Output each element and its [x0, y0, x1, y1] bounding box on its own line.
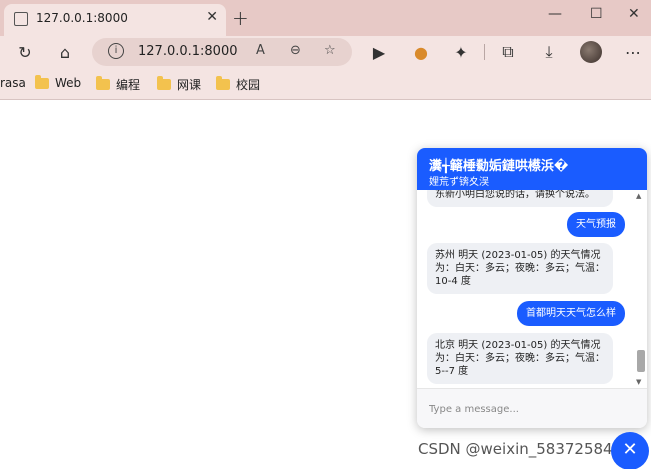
address-bar[interactable]: i 127.0.0.1:8000 A ⊖ ☆ [92, 38, 352, 66]
bot-message: 苏州 明天 (2023-01-05) 的天气情况为：白天：多云；夜晚：多云；气温… [427, 243, 613, 294]
bookmarks-bar: rasa Web 编程 网课 校园 [0, 68, 651, 100]
address-url[interactable]: 127.0.0.1:8000 [138, 44, 238, 59]
chat-widget: 瀵╅簵棰勬姤鏈哄櫒浜� 娌荒ず锛夊洖 东新小明白您说的话，请换个说法。 天气预报… [417, 148, 647, 428]
browser-toolbar: ↻ ⌂ i 127.0.0.1:8000 A ⊖ ☆ ▶ ● ✦ ⧉ ⤓ ⋯ [0, 36, 651, 68]
bookmark-label: 网课 [177, 78, 202, 92]
scroll-thumb[interactable] [637, 350, 645, 372]
read-aloud-icon[interactable]: A [256, 43, 265, 58]
browser-tab[interactable]: 127.0.0.1:8000 ✕ [4, 4, 226, 36]
user-message: 首都明天天气怎么样 [517, 301, 625, 326]
refresh-icon[interactable]: ↻ [14, 41, 36, 63]
bookmark-label: Web [55, 76, 82, 90]
bookmark-label: rasa [0, 76, 26, 90]
play-icon[interactable]: ▶ [368, 41, 390, 63]
zoom-icon[interactable]: ⊖ [290, 43, 301, 58]
chat-subtitle: 娌荒ず锛夊洖 [429, 177, 489, 188]
folder-icon [96, 76, 110, 90]
message-input[interactable] [429, 399, 629, 419]
bot-message: 东新小明白您说的话，请换个说法。 [427, 190, 613, 207]
scroll-down-icon[interactable]: ▼ [636, 378, 641, 386]
folder-icon [216, 76, 230, 90]
page-favicon-icon [14, 12, 28, 26]
minimize-button[interactable]: — [548, 6, 562, 22]
extension-face-icon[interactable]: ● [410, 41, 432, 63]
chat-messages[interactable]: 东新小明白您说的话，请换个说法。 天气预报 苏州 明天 (2023-01-05)… [417, 190, 647, 388]
scroll-up-icon[interactable]: ▲ [636, 192, 641, 200]
watermark: CSDN @weixin_58372584 [418, 440, 613, 458]
bookmark-courses[interactable]: 网课 [157, 76, 201, 93]
chat-toggle-button[interactable]: ✕ [611, 432, 649, 469]
bookmark-label: 编程 [116, 78, 141, 92]
folder-icon [157, 76, 171, 90]
bot-message: 北京 明天 (2023-01-05) 的天气情况为：白天：多云；夜晚：多云；气温… [427, 333, 613, 384]
chat-scrollbar[interactable]: ▲ ▼ [635, 190, 645, 388]
toolbar-divider [484, 44, 485, 60]
tab-close-icon[interactable]: ✕ [206, 9, 218, 25]
bookmark-web[interactable]: Web [35, 74, 82, 90]
folder-icon [35, 74, 49, 89]
collections-icon[interactable]: ⧉ [497, 41, 519, 63]
close-window-button[interactable]: ✕ [628, 6, 640, 22]
downloads-icon[interactable]: ⤓ [538, 41, 560, 63]
favorite-star-icon[interactable]: ☆ [324, 43, 336, 58]
more-menu-icon[interactable]: ⋯ [622, 41, 644, 63]
chat-header: 瀵╅簵棰勬姤鏈哄櫒浜� 娌荒ず锛夊洖 [417, 148, 647, 190]
site-info-icon[interactable]: i [108, 43, 124, 59]
new-tab-button[interactable]: + [232, 6, 249, 30]
user-message: 天气预报 [567, 212, 625, 237]
avatar[interactable] [580, 41, 602, 63]
bookmark-label: 校园 [236, 78, 261, 92]
bookmark-rasa[interactable]: rasa [0, 76, 26, 90]
maximize-button[interactable]: ☐ [590, 6, 603, 22]
home-icon[interactable]: ⌂ [54, 41, 76, 63]
bookmark-programming[interactable]: 编程 [96, 76, 140, 93]
extensions-icon[interactable]: ✦ [450, 41, 472, 63]
chat-title: 瀵╅簵棰勬姤鏈哄櫒浜� [429, 159, 569, 174]
browser-titlebar: 127.0.0.1:8000 ✕ + — ☐ ✕ [0, 0, 651, 36]
chat-input-area [417, 388, 647, 428]
tab-title: 127.0.0.1:8000 [36, 11, 128, 25]
bookmark-campus[interactable]: 校园 [216, 76, 260, 93]
